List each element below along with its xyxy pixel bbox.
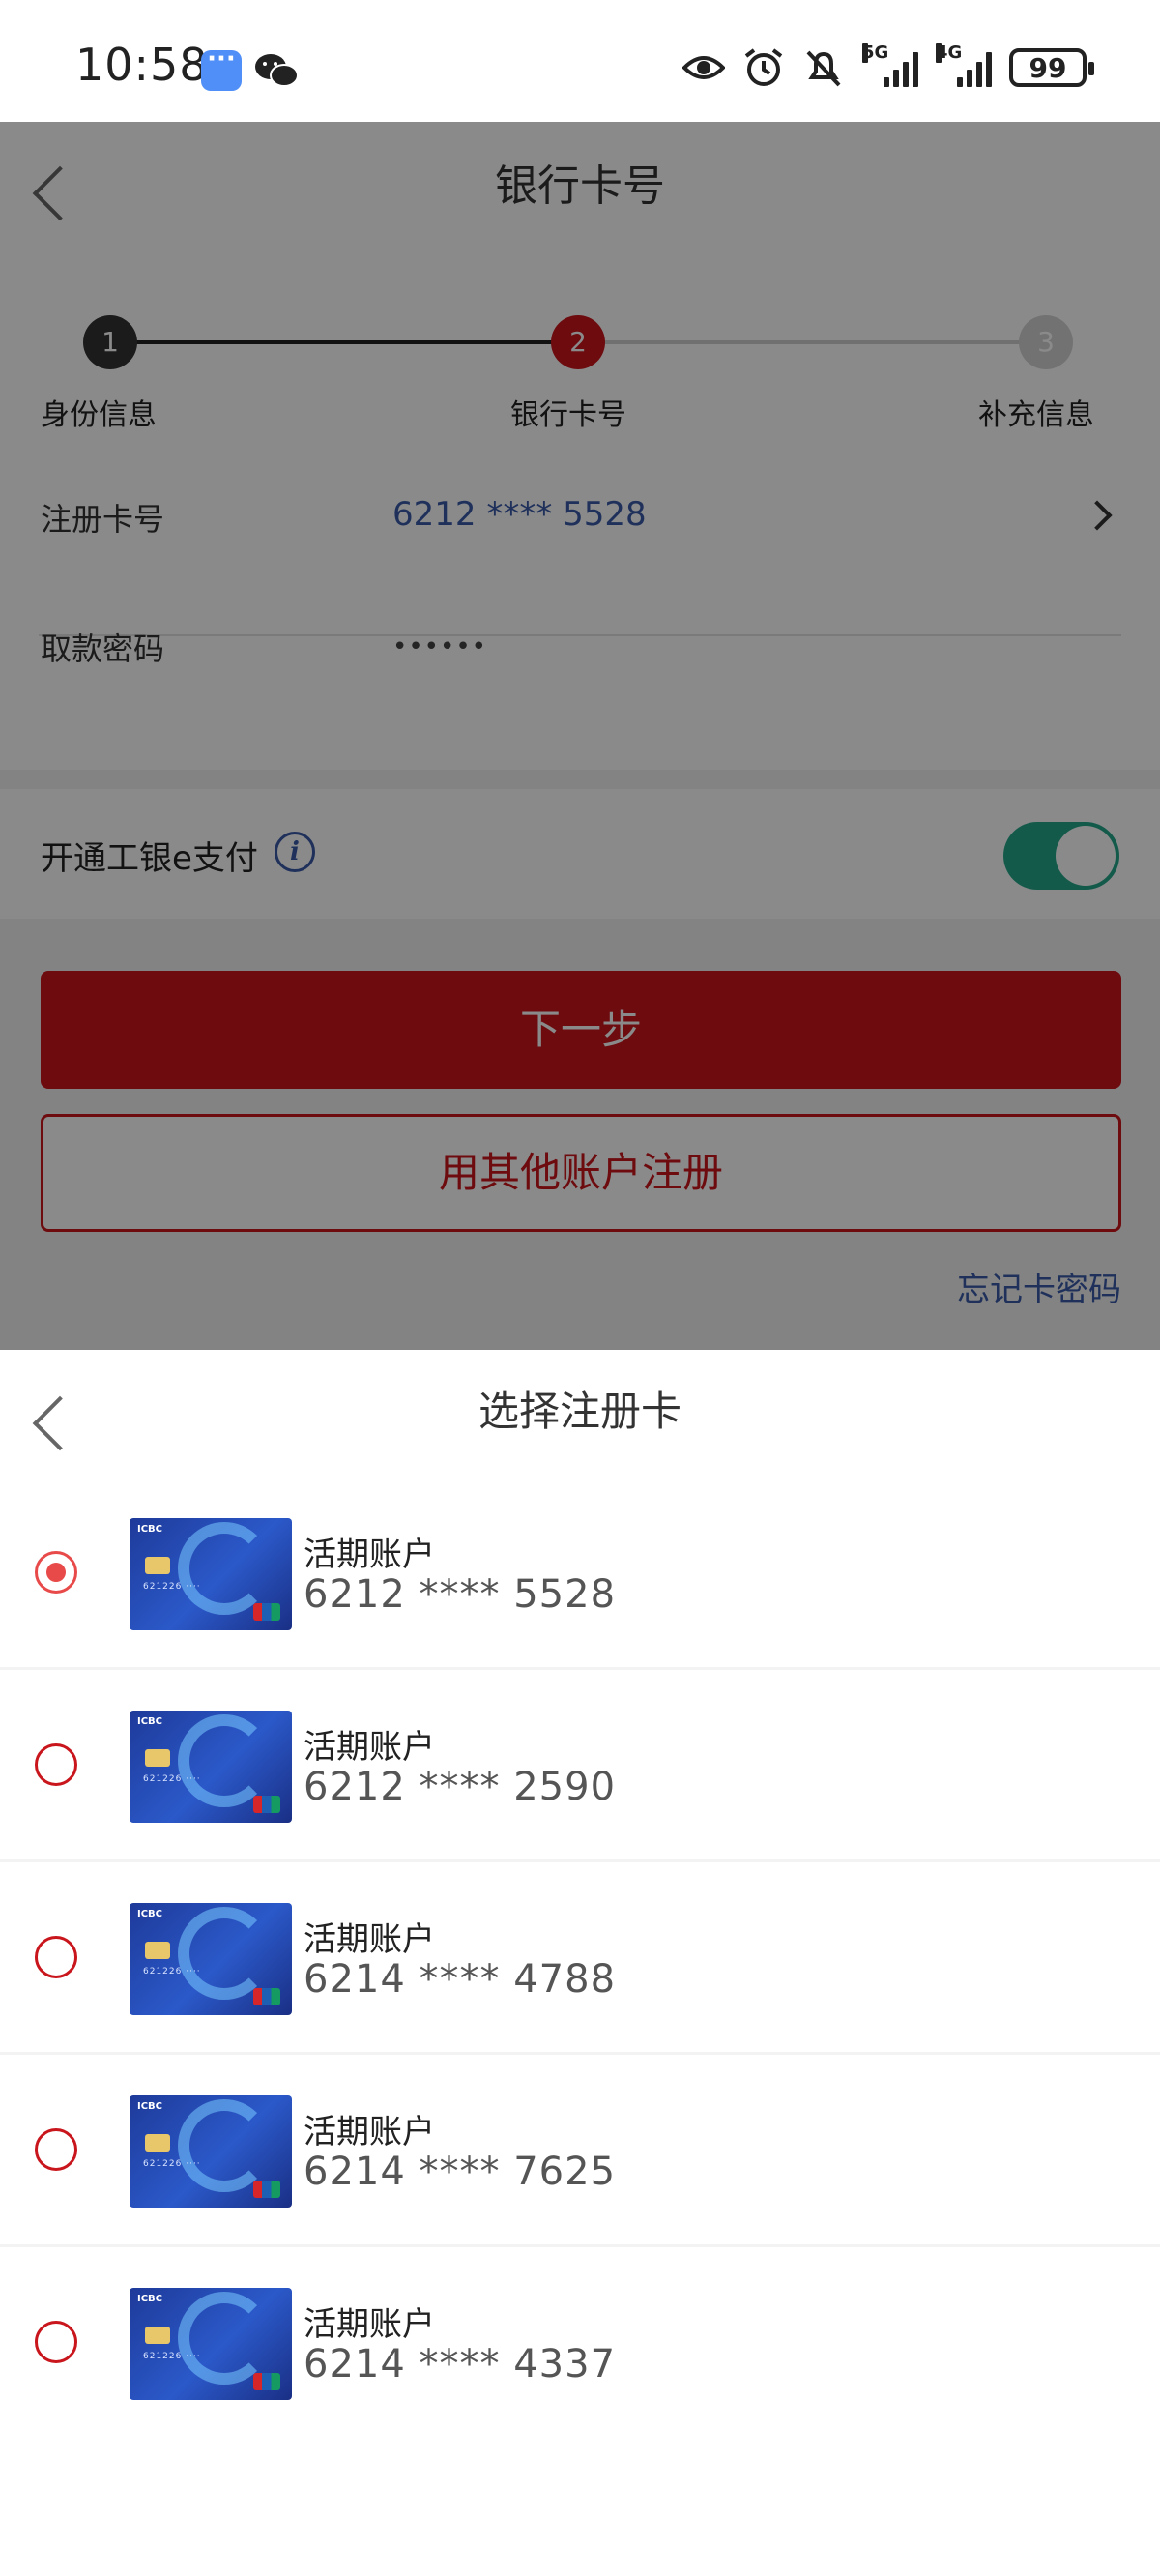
card-radio[interactable] — [35, 1936, 77, 1978]
card-radio[interactable] — [35, 1743, 77, 1786]
battery-icon: 99 — [1009, 48, 1094, 87]
sheet-header: 选择注册卡 — [0, 1350, 1160, 1478]
card-list-item[interactable]: ICBC 621226 ···· 活期账户 6214 **** 4788 — [0, 1862, 1160, 2055]
network-type-5g: 5G — [862, 43, 889, 63]
modal-overlay[interactable] — [0, 122, 1160, 1350]
status-time: 10:58 — [75, 39, 209, 91]
card-radio[interactable] — [35, 2321, 77, 2363]
card-list-item[interactable]: ICBC 621226 ···· 活期账户 6214 **** 7625 — [0, 2055, 1160, 2247]
wechat-icon — [255, 54, 299, 87]
card-number: 6214 **** 7625 — [304, 2150, 617, 2194]
icbc-card-image: ICBC 621226 ···· — [130, 1903, 292, 2015]
network-type-4g: 4G — [936, 43, 963, 63]
card-radio[interactable] — [35, 2128, 77, 2171]
card-number: 6214 **** 4337 — [304, 2342, 617, 2386]
message-app-icon — [201, 44, 242, 91]
card-account-type: 活期账户 — [304, 1728, 435, 1767]
card-number: 6212 **** 5528 — [304, 1572, 617, 1617]
sheet-title: 选择注册卡 — [478, 1388, 682, 1435]
card-list: ICBC 621226 ···· 活期账户 6212 **** 5528 ICBC… — [0, 1478, 1160, 2440]
card-number: 6214 **** 4788 — [304, 1957, 617, 2002]
card-list-item[interactable]: ICBC 621226 ···· 活期账户 6212 **** 5528 — [0, 1478, 1160, 1670]
icbc-card-image: ICBC 621226 ···· — [130, 2095, 292, 2208]
icbc-card-image: ICBC 621226 ···· — [130, 1518, 292, 1630]
battery-level: 99 — [1029, 51, 1067, 84]
select-card-sheet: 选择注册卡 ICBC 621226 ···· 活期账户 6212 **** 552… — [0, 1350, 1160, 2576]
signal-4g-icon: 4G — [936, 43, 992, 87]
status-bar: 10:58 5G 4G 99 — [0, 0, 1160, 122]
card-account-type: 活期账户 — [304, 1536, 435, 1574]
signal-5g-icon: 5G — [862, 43, 918, 87]
card-list-item[interactable]: ICBC 621226 ···· 活期账户 6214 **** 4337 — [0, 2247, 1160, 2440]
mute-bell-icon — [806, 50, 841, 87]
eye-icon — [682, 56, 725, 79]
card-account-type: 活期账户 — [304, 2305, 435, 2344]
card-radio-selected[interactable] — [35, 1551, 77, 1594]
card-number: 6212 **** 2590 — [304, 1765, 617, 1809]
card-list-item[interactable]: ICBC 621226 ···· 活期账户 6212 **** 2590 — [0, 1670, 1160, 1862]
alarm-icon — [744, 48, 783, 86]
card-account-type: 活期账户 — [304, 1920, 435, 1959]
icbc-card-image: ICBC 621226 ···· — [130, 1711, 292, 1823]
card-account-type: 活期账户 — [304, 2113, 435, 2152]
icbc-card-image: ICBC 621226 ···· — [130, 2288, 292, 2400]
